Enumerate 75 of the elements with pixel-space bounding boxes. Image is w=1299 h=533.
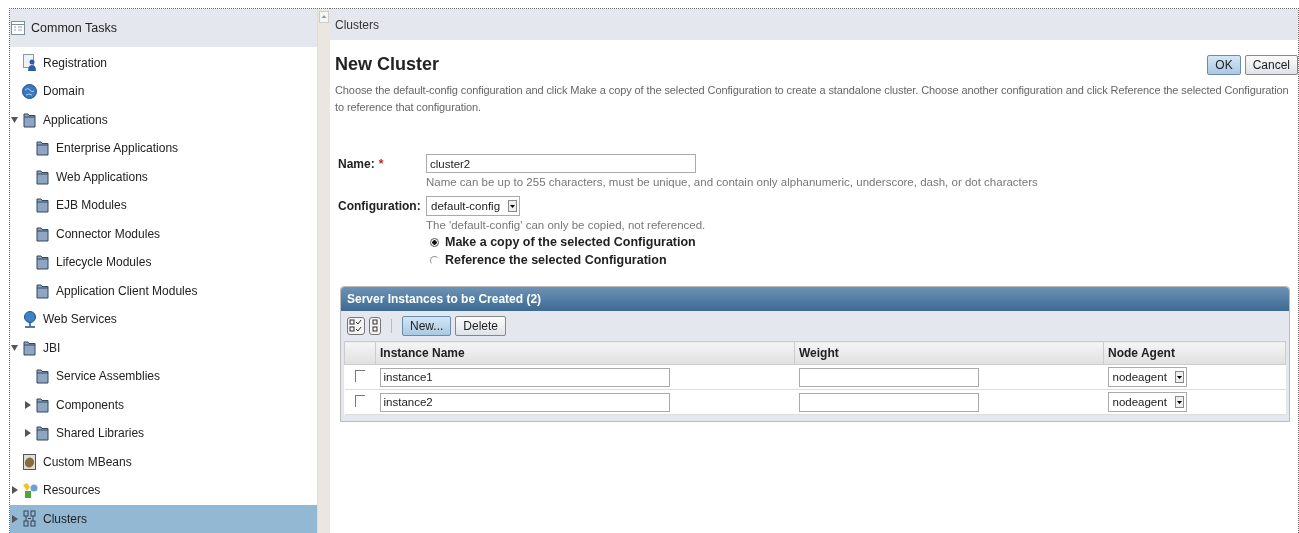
folder-icon — [36, 225, 49, 242]
folder-icon — [36, 368, 49, 385]
tree-item[interactable]: Web Applications — [10, 162, 317, 191]
bean-box-icon — [23, 453, 36, 470]
globe-stand-icon — [22, 310, 37, 328]
tree-item[interactable]: EJB Modules — [10, 191, 317, 220]
folder-icon — [36, 282, 49, 299]
radio-label[interactable]: Make a copy of the selected Configuration — [445, 235, 696, 249]
scrollbar[interactable] — [317, 9, 330, 533]
help-text: The 'default-config' can only be copied, not referenced. — [426, 219, 707, 231]
name-field[interactable]: cluster2 — [426, 154, 696, 173]
weight-field[interactable] — [798, 392, 979, 412]
tree-item[interactable]: Components — [10, 390, 317, 419]
column-header: Instance Name — [375, 341, 795, 365]
help-text: Name can be up to 255 characters, must be unique, and contain only alphanumeric, underscore, dash, or dot characters — [426, 176, 1039, 188]
page-title: New Cluster — [335, 54, 440, 75]
tree-item[interactable]: Application Client Modules — [10, 276, 317, 305]
node-agent-dropdown[interactable]: nodeagent — [1107, 367, 1187, 387]
tree-item[interactable]: Registration — [10, 48, 317, 77]
tree-item[interactable]: Web Services — [10, 305, 317, 334]
tree-item[interactable]: Service Assemblies — [10, 362, 317, 391]
ok-button[interactable]: OK — [1207, 54, 1241, 75]
tree-item[interactable]: JBI — [10, 333, 317, 362]
expand-arrow-icon[interactable] — [11, 486, 18, 495]
folder-icon — [36, 396, 49, 413]
tree-item[interactable]: Custom MBeans — [10, 447, 317, 476]
deselect-all-icon[interactable] — [369, 317, 381, 335]
panel-title: Server Instances to be Created (2) — [347, 292, 542, 306]
folder-icon — [36, 140, 49, 157]
row-checkbox[interactable] — [355, 395, 365, 407]
tree-item[interactable]: Enterprise Applications — [10, 134, 317, 163]
sidebar-title: Common Tasks — [31, 20, 117, 35]
folder-icon — [36, 168, 49, 185]
new-button[interactable]: New... — [402, 316, 452, 336]
radio-label[interactable]: Reference the selected Configuration — [445, 253, 667, 267]
tree-item[interactable]: Connector Modules — [10, 219, 317, 248]
row-checkbox[interactable] — [355, 370, 365, 382]
field-label: Name: — [338, 157, 375, 171]
folder-icon — [36, 254, 49, 271]
scroll-up-icon[interactable] — [319, 11, 329, 23]
radio-button[interactable] — [430, 237, 439, 247]
expand-arrow-icon[interactable] — [24, 429, 31, 438]
tree-item[interactable]: Domain — [10, 77, 317, 106]
globe-icon — [22, 83, 37, 99]
page-description: Choose the default-config configuration and click Make a copy of the selected Configuration to create a standalone cluster. Choose another configuration and click Reference the selected Configuration to reference that configuration. — [335, 83, 1290, 115]
select-all-icon[interactable] — [347, 317, 365, 335]
weight-field[interactable] — [798, 367, 979, 387]
collapse-arrow-icon[interactable] — [11, 115, 18, 124]
field-label: Configuration: — [338, 199, 421, 213]
folder-icon — [36, 425, 49, 442]
tree-item[interactable]: Lifecycle Modules — [10, 248, 317, 277]
instance-name-field[interactable]: instance1 — [379, 367, 670, 387]
tree-item[interactable]: Clusters — [10, 504, 317, 533]
folder-icon — [36, 197, 49, 214]
column-header: Weight — [794, 341, 1104, 365]
resources-icon — [21, 481, 38, 499]
folder-icon — [23, 111, 36, 128]
tree-item[interactable]: Resources — [10, 476, 317, 505]
tree-item[interactable]: Applications — [10, 105, 317, 134]
column-header: Node Agent — [1103, 341, 1286, 365]
cancel-button[interactable]: Cancel — [1244, 54, 1298, 75]
delete-button[interactable]: Delete — [455, 316, 507, 336]
collapse-arrow-icon[interactable] — [11, 343, 18, 352]
breadcrumb: Clusters — [335, 17, 379, 32]
node-agent-dropdown[interactable]: nodeagent — [1107, 392, 1187, 412]
instance-name-field[interactable]: instance2 — [379, 392, 670, 412]
expand-arrow-icon[interactable] — [24, 400, 31, 409]
tree-item[interactable]: Shared Libraries — [10, 419, 317, 448]
task-list-icon — [11, 20, 25, 35]
expand-arrow-icon[interactable] — [11, 514, 18, 523]
clusters-icon — [22, 510, 37, 528]
folder-icon — [23, 339, 36, 356]
configuration-dropdown[interactable]: default-config — [426, 196, 521, 216]
required-mark: * — [378, 157, 384, 171]
document-person-icon — [22, 54, 37, 72]
